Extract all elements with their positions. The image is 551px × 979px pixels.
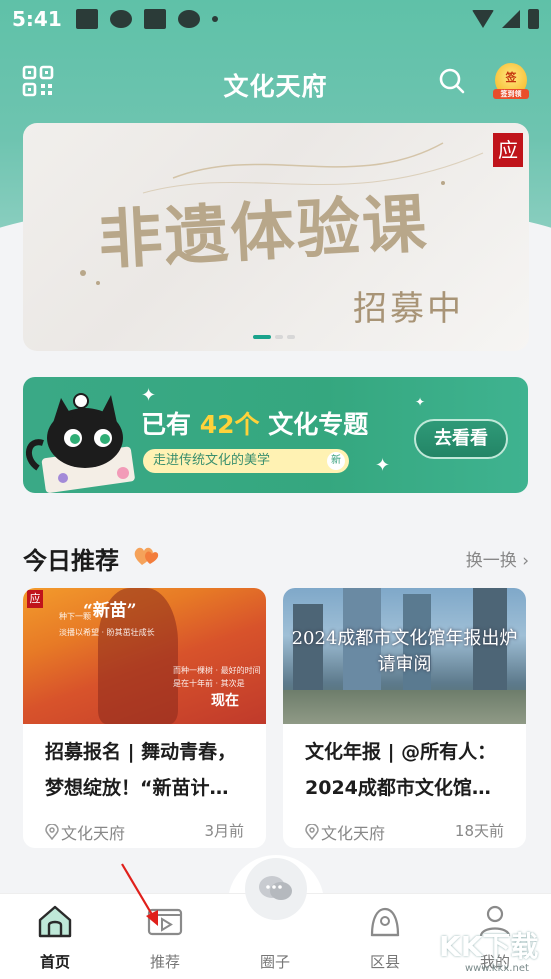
sparkle-icon: ✦ bbox=[375, 455, 391, 476]
wifi-icon bbox=[472, 10, 494, 28]
card-source: 文化天府 bbox=[305, 820, 385, 844]
card-source-name: 文化天府 bbox=[321, 824, 386, 843]
banner-title: 非遗体验课 bbox=[96, 186, 431, 279]
nav-label: 首页 bbox=[39, 953, 70, 971]
card-time: 3月前 bbox=[204, 822, 244, 840]
topic-prefix: 已有 bbox=[141, 410, 192, 439]
wechat-icon bbox=[109, 10, 132, 28]
sign-badge-text: 签 bbox=[505, 71, 517, 84]
sign-badge-subtext: 签到领 bbox=[493, 89, 529, 99]
sparkle-icon: ✦ bbox=[141, 385, 157, 406]
nav-item-home[interactable]: 首页 bbox=[20, 903, 90, 972]
go-see-button[interactable]: 去看看 bbox=[414, 419, 508, 459]
sparkle-icon: ✦ bbox=[415, 395, 426, 409]
location-pin-icon bbox=[370, 907, 400, 937]
image-caption: 种下一颗 bbox=[59, 612, 91, 621]
search-icon[interactable] bbox=[438, 67, 466, 95]
new-badge: 新 bbox=[327, 452, 345, 470]
image-headline-line-2: 请审阅 bbox=[377, 654, 432, 675]
nav-label-circle[interactable]: 圈子 bbox=[240, 951, 310, 972]
battery-icon bbox=[528, 9, 539, 29]
topic-suffix: 文化专题 bbox=[268, 410, 369, 439]
card-source: 文化天府 bbox=[45, 820, 125, 844]
carousel-indicator bbox=[253, 335, 295, 339]
status-time: 5:41 bbox=[12, 7, 62, 31]
nav-label: 区县 bbox=[369, 953, 400, 971]
image-caption: 淡播以希望 · 盼其茁壮成长 bbox=[59, 628, 155, 637]
cat-mascot-illustration bbox=[26, 393, 135, 493]
notification-icon bbox=[75, 9, 98, 29]
heart-icon bbox=[134, 547, 159, 565]
image-headline: 2024成都市文化馆年报出炉 请审阅 bbox=[283, 626, 526, 678]
status-bar: 5:41 bbox=[0, 0, 551, 38]
nav-item-district[interactable]: 区县 bbox=[350, 903, 420, 972]
annotation-arrow bbox=[121, 863, 158, 926]
carousel-dot[interactable] bbox=[253, 335, 271, 339]
page-title: 文化天府 bbox=[223, 72, 328, 101]
recommend-card[interactable]: 应 “新苗” 种下一颗 淡播以希望 · 盼其茁壮成长 而种一棵树 · 最好的时间… bbox=[23, 588, 266, 848]
banner-subtitle: 招募中 bbox=[353, 289, 464, 329]
nav-label: 推荐 bbox=[149, 953, 180, 971]
topic-tagline: 走进传统文化的美学 新 bbox=[143, 449, 349, 473]
nav-circle-button[interactable] bbox=[245, 858, 307, 920]
location-pin-icon bbox=[305, 824, 319, 840]
topic-headline: 已有 42个 文化专题 bbox=[141, 405, 368, 441]
hero-banner[interactable]: 非遗体验课 招募中 应 bbox=[23, 123, 529, 351]
chat-bubble-icon bbox=[259, 876, 292, 900]
watermark-url: www.kkx.net bbox=[465, 963, 529, 974]
image-caption: 而种一棵树 · 最好的时间是在十年前 · 其次是 bbox=[173, 666, 261, 688]
topic-promo-card[interactable]: 已有 42个 文化专题 走进传统文化的美学 新 ✦ ✦ ✦ 去看看 bbox=[23, 377, 528, 493]
refresh-button[interactable]: 换一换 › bbox=[466, 546, 529, 571]
notification-icon bbox=[143, 9, 166, 29]
card-seal: 应 bbox=[27, 590, 43, 608]
location-pin-icon bbox=[45, 824, 59, 840]
watermark: KK下载 www.kkx.net bbox=[435, 925, 551, 979]
card-source-name: 文化天府 bbox=[61, 824, 126, 843]
banner-seal: 应 bbox=[493, 133, 523, 167]
home-icon bbox=[38, 905, 72, 938]
recommend-card[interactable]: 2024成都市文化馆年报出炉 请审阅 文化年报 | @所有人：2024成都市文化… bbox=[283, 588, 526, 848]
more-dot-icon bbox=[211, 16, 218, 22]
image-headline: “新苗” bbox=[83, 601, 137, 621]
carousel-dot[interactable] bbox=[287, 335, 295, 339]
card-time: 18天前 bbox=[454, 822, 504, 840]
watermark-text: KK下载 bbox=[439, 930, 539, 963]
image-highlight: 现在 bbox=[211, 693, 239, 709]
topic-count: 42个 bbox=[199, 410, 260, 439]
carousel-dot[interactable] bbox=[275, 335, 283, 339]
sign-in-badge[interactable]: 签 签到领 bbox=[493, 63, 529, 99]
section-title: 今日推荐 bbox=[23, 547, 119, 575]
image-headline-line-1: 2024成都市文化馆年报出炉 bbox=[291, 628, 518, 649]
street-scene bbox=[283, 690, 526, 724]
app-header: 文化天府 签 签到领 bbox=[0, 55, 551, 107]
signal-icon bbox=[502, 10, 520, 28]
card-image: 应 “新苗” 种下一颗 淡播以希望 · 盼其茁壮成长 而种一棵树 · 最好的时间… bbox=[23, 588, 266, 724]
wechat-icon bbox=[177, 10, 200, 28]
topic-tagline-text: 走进传统文化的美学 bbox=[153, 453, 271, 468]
card-title: 招募报名 | 舞动青春，梦想绽放！“新苗计… bbox=[45, 741, 237, 799]
card-image: 2024成都市文化馆年报出炉 请审阅 bbox=[283, 588, 526, 724]
card-title: 文化年报 | @所有人：2024成都市文化馆… bbox=[305, 741, 497, 799]
